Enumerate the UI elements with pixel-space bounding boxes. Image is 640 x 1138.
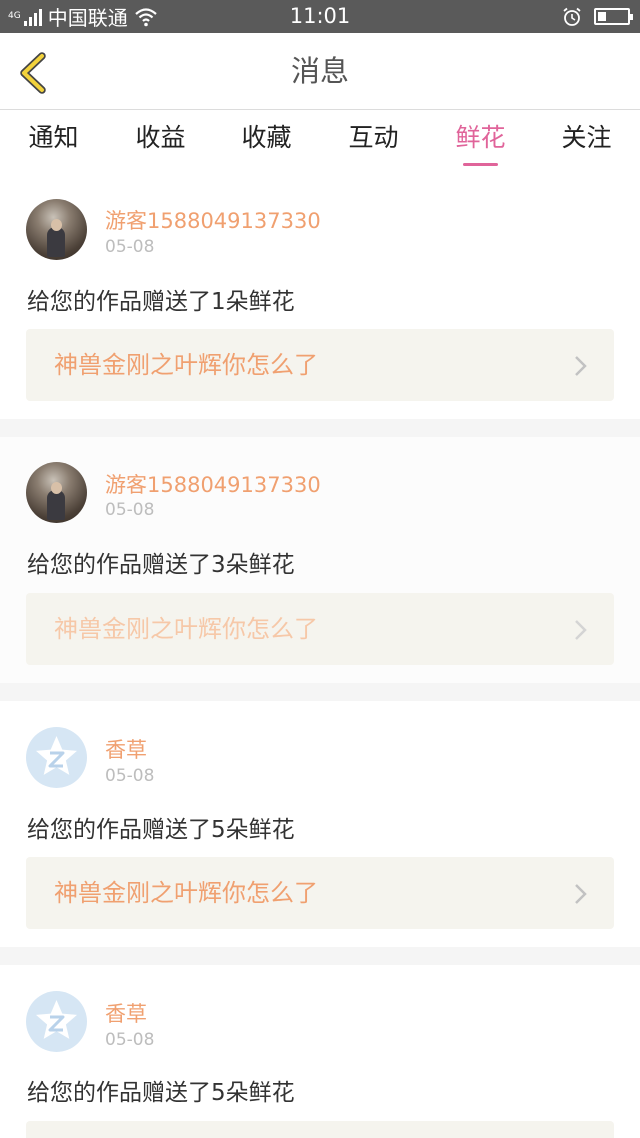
status-time: 11:01 xyxy=(289,4,351,28)
avatar[interactable] xyxy=(26,727,87,788)
message-text: 给您的作品赠送了5朵鲜花 xyxy=(27,1080,295,1106)
tab-favorites[interactable]: 收藏 xyxy=(213,110,320,175)
tab-flowers[interactable]: 鲜花 xyxy=(427,110,534,175)
tab-label: 互动 xyxy=(348,123,399,152)
sender-name[interactable]: 游客1588049137330 xyxy=(105,205,321,235)
message-date: 05-08 xyxy=(105,500,155,520)
message-text: 给您的作品赠送了1朵鲜花 xyxy=(27,289,295,315)
tab-label: 关注 xyxy=(561,123,612,152)
message-text: 给您的作品赠送了5朵鲜花 xyxy=(27,817,295,843)
work-link[interactable] xyxy=(26,1121,614,1138)
avatar[interactable] xyxy=(26,199,87,260)
tab-bar: 通知 收益 收藏 互动 鲜花 关注 xyxy=(0,110,640,175)
status-bar: 4G 中国联通 11:01 xyxy=(0,0,640,33)
message-text: 给您的作品赠送了3朵鲜花 xyxy=(27,552,295,578)
sender-name[interactable]: 香草 xyxy=(105,734,147,764)
message-date: 05-08 xyxy=(105,766,155,786)
battery-icon xyxy=(594,8,633,25)
active-tab-indicator xyxy=(463,163,498,166)
work-link[interactable]: 神兽金刚之叶辉你怎么了 xyxy=(26,857,614,929)
message-card: 香草 05-08 给您的作品赠送了5朵鲜花 xyxy=(0,965,640,1138)
alarm-icon xyxy=(563,7,581,26)
tab-notice[interactable]: 通知 xyxy=(0,110,107,175)
avatar[interactable] xyxy=(26,991,87,1052)
work-link[interactable]: 神兽金刚之叶辉你怎么了 xyxy=(26,329,614,401)
chevron-right-icon xyxy=(575,884,587,904)
status-right xyxy=(562,0,633,33)
tab-label: 鲜花 xyxy=(455,123,506,152)
navigation-bar: 消息 xyxy=(0,33,640,110)
qq-default-icon xyxy=(36,1000,77,1039)
message-card: 游客1588049137330 05-08 给您的作品赠送了3朵鲜花 神兽金刚之… xyxy=(0,437,640,683)
message-card: 游客1588049137330 05-08 给您的作品赠送了1朵鲜花 神兽金刚之… xyxy=(0,175,640,419)
page-title: 消息 xyxy=(290,54,349,88)
work-title: 神兽金刚之叶辉你怎么了 xyxy=(54,351,318,379)
tab-label: 收藏 xyxy=(241,123,292,152)
tab-label: 通知 xyxy=(28,123,79,152)
tab-interaction[interactable]: 互动 xyxy=(320,110,427,175)
work-title: 神兽金刚之叶辉你怎么了 xyxy=(54,615,318,643)
message-date: 05-08 xyxy=(105,1030,155,1050)
chevron-right-icon xyxy=(575,356,587,376)
work-link[interactable]: 神兽金刚之叶辉你怎么了 xyxy=(26,593,614,665)
qq-default-icon xyxy=(36,736,77,775)
message-card: 香草 05-08 给您的作品赠送了5朵鲜花 神兽金刚之叶辉你怎么了 xyxy=(0,701,640,947)
sender-name[interactable]: 香草 xyxy=(105,998,147,1028)
work-title: 神兽金刚之叶辉你怎么了 xyxy=(54,879,318,907)
tab-follow[interactable]: 关注 xyxy=(533,110,640,175)
chevron-right-icon xyxy=(575,620,587,640)
tab-label: 收益 xyxy=(135,123,186,152)
tab-earnings[interactable]: 收益 xyxy=(107,110,214,175)
message-date: 05-08 xyxy=(105,237,155,257)
sender-name[interactable]: 游客1588049137330 xyxy=(105,469,321,499)
avatar[interactable] xyxy=(26,462,87,523)
